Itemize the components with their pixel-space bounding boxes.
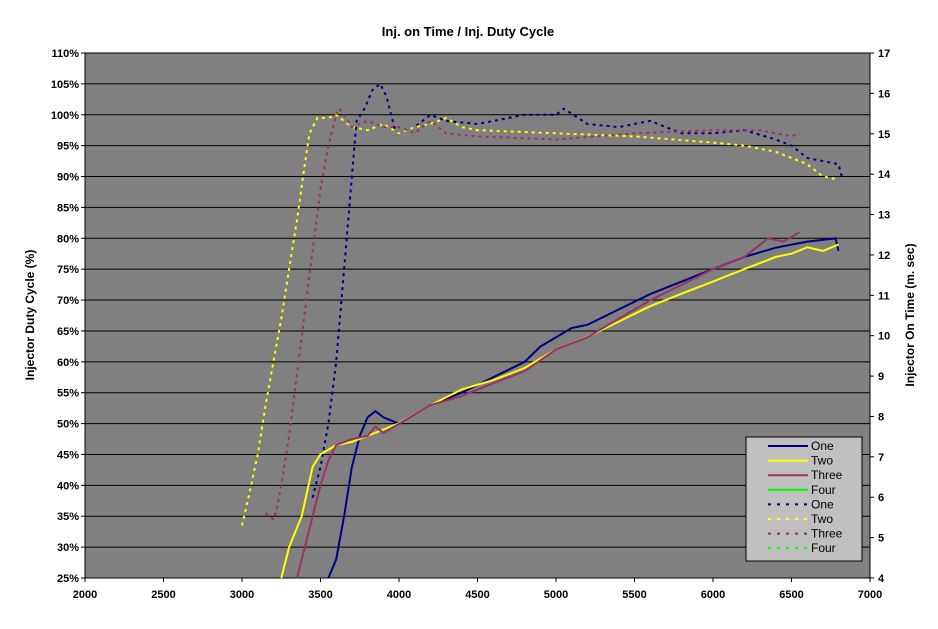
legend-label: One	[811, 497, 834, 511]
y2-tick-label: 17	[878, 48, 890, 60]
chart-title: Inj. on Time / Inj. Duty Cycle	[382, 24, 554, 39]
legend-label: Three	[811, 527, 843, 541]
x-tick-label: 5500	[622, 589, 646, 601]
legend-label: Two	[811, 454, 833, 468]
y-tick-label: 45%	[57, 449, 79, 461]
x-tick-label: 6500	[779, 589, 803, 601]
y-tick-label: 85%	[57, 202, 79, 214]
y-tick-label: 30%	[57, 542, 79, 554]
x-tick-label: 2000	[73, 589, 97, 601]
y-tick-label: 100%	[51, 110, 79, 122]
legend-label: Two	[811, 512, 833, 526]
y-axis-label: Injector Duty Cycle (%)	[23, 250, 37, 381]
y2-tick-label: 8	[878, 411, 884, 423]
y2-tick-label: 13	[878, 210, 890, 222]
legend-label: Three	[811, 468, 843, 482]
y2-tick-label: 11	[878, 290, 890, 302]
y2-tick-label: 5	[878, 533, 884, 545]
y2-tick-label: 9	[878, 371, 884, 383]
y2-tick-label: 15	[878, 129, 890, 141]
y-tick-label: 95%	[57, 141, 79, 153]
y-tick-label: 105%	[51, 79, 79, 91]
y2-tick-label: 6	[878, 492, 884, 504]
x-tick-label: 4500	[465, 589, 489, 601]
y2-tick-label: 16	[878, 88, 890, 100]
y-tick-label: 40%	[57, 480, 79, 492]
y2-tick-label: 4	[878, 573, 885, 585]
y-tick-label: 65%	[57, 326, 79, 338]
legend-label: Four	[811, 483, 836, 497]
x-tick-label: 7000	[858, 589, 882, 601]
x-tick-label: 4000	[387, 589, 411, 601]
y-tick-label: 55%	[57, 388, 79, 400]
y2-axis-label: Injector On Time (m. sec)	[903, 243, 917, 386]
y2-tick-label: 7	[878, 452, 884, 464]
x-tick-label: 3000	[230, 589, 254, 601]
y-tick-label: 50%	[57, 419, 79, 431]
x-tick-label: 6000	[701, 589, 725, 601]
x-tick-label: 5000	[544, 589, 568, 601]
y-tick-label: 60%	[57, 357, 79, 369]
y-tick-label: 110%	[51, 48, 79, 60]
y2-tick-label: 12	[878, 250, 890, 262]
y-tick-label: 70%	[57, 295, 79, 307]
legend-label: One	[811, 439, 834, 453]
y-tick-label: 80%	[57, 233, 79, 245]
x-tick-label: 3500	[308, 589, 332, 601]
y-tick-label: 90%	[57, 172, 79, 184]
legend-label: Four	[811, 541, 836, 555]
y-tick-label: 25%	[57, 573, 79, 585]
legend-box	[745, 436, 863, 562]
y-tick-label: 75%	[57, 264, 79, 276]
y-tick-label: 35%	[57, 511, 79, 523]
legend: OneTwoThreeFourOneTwoThreeFour	[745, 436, 863, 562]
x-tick-label: 2500	[151, 589, 175, 601]
y2-tick-label: 14	[878, 169, 891, 181]
y2-tick-label: 10	[878, 331, 890, 343]
chart: Inj. on Time / Inj. Duty Cycle 25% 30% 35%…	[23, 24, 917, 601]
